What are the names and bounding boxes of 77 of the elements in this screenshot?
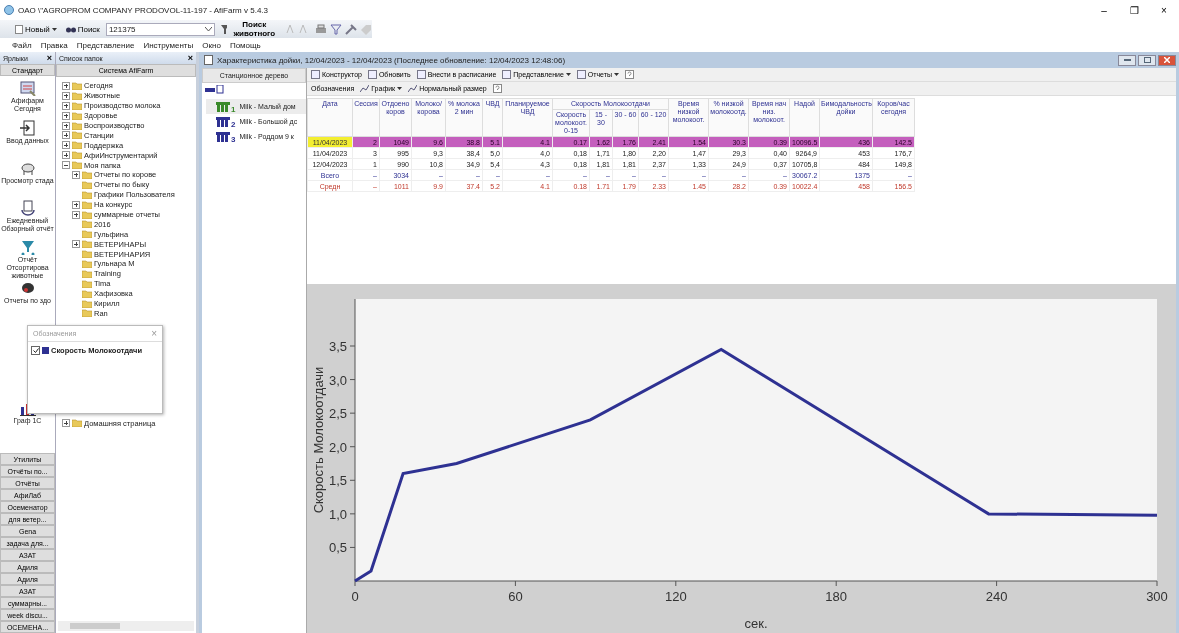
expand-toggle[interactable] [72, 170, 80, 179]
enter-icon[interactable] [19, 120, 36, 136]
window-control-button[interactable]: ❐ [1119, 4, 1149, 16]
y-axis-title: Скорость Молокоотдачи [311, 366, 326, 514]
expand-toggle[interactable] [62, 81, 70, 90]
x-tick-label: 180 [825, 589, 848, 604]
filter-icon [220, 24, 227, 34]
close-icon [1164, 57, 1170, 63]
expand-toggle[interactable] [62, 419, 70, 428]
dropdown-icon [204, 26, 212, 32]
binoculars-icon [65, 25, 76, 33]
caret-icon [51, 27, 57, 31]
x-axis-title: сек. [744, 616, 768, 631]
menu-item[interactable]: Окно [202, 40, 221, 50]
expand-toggle[interactable] [62, 161, 70, 170]
close-button[interactable] [1158, 54, 1176, 66]
help-icon[interactable] [492, 84, 502, 93]
toolbar-icon [311, 70, 320, 79]
window-title: OAO \"AGROPROM COMPANY PRODOVOL-11-197 - AfiFarm v 5.4.3 [18, 5, 268, 15]
search-button[interactable]: Поиск [62, 24, 103, 34]
close-button[interactable]: × [46, 53, 52, 63]
close-button[interactable]: × [187, 53, 193, 63]
y-tick-label: 3,0 [328, 372, 347, 388]
y-tick-label: 2,0 [328, 439, 347, 455]
funnel-icon[interactable] [19, 240, 36, 255]
y-tick-label: 2,5 [328, 406, 347, 422]
y-tick-label: 1,5 [328, 473, 347, 489]
minimize-icon [1123, 58, 1131, 62]
expand-toggle[interactable] [72, 210, 80, 219]
expand-toggle[interactable] [62, 101, 70, 110]
expand-toggle[interactable] [62, 111, 70, 120]
tools-icon[interactable] [345, 23, 357, 35]
x-tick-label: 0 [351, 589, 359, 604]
menu-item[interactable]: Файл [12, 40, 32, 50]
x-tick-label: 240 [985, 589, 1008, 604]
report-window-title: Характеристика дойки, 12/04/2023 - 12/04/2023 (Последнее обновление: 12/04/2023 12:48:06) [217, 55, 566, 65]
expand-toggle[interactable] [72, 200, 80, 209]
menu-item[interactable]: Инструменты [143, 40, 194, 50]
x-tick-label: 120 [664, 589, 687, 604]
animal-search-button[interactable]: Поиск животного [217, 20, 283, 38]
expand-toggle[interactable] [62, 91, 70, 100]
x-tick-label: 300 [1146, 589, 1168, 604]
menu-item[interactable]: Правка [40, 40, 68, 50]
expand-toggle[interactable] [72, 240, 80, 249]
y-tick-label: 1,0 [328, 506, 347, 522]
checkbox[interactable] [31, 346, 40, 355]
expand-toggle[interactable] [62, 131, 70, 140]
y-tick-label: 3,5 [328, 339, 347, 354]
check-icon [32, 348, 39, 353]
folder-icon [72, 419, 82, 428]
window-control-button[interactable]: × [1149, 4, 1179, 16]
toolbar-icon [502, 70, 512, 79]
expand-toggle[interactable] [62, 121, 70, 130]
document-icon [15, 24, 23, 34]
minimize-button[interactable] [1118, 54, 1136, 66]
window-control-button[interactable]: – [1089, 4, 1119, 16]
expand-toggle[interactable] [62, 141, 70, 150]
restore-button[interactable] [1138, 54, 1156, 66]
station-root-icon[interactable] [205, 85, 225, 95]
search-field[interactable]: 121375 [105, 22, 215, 36]
filter-list-icon[interactable] [330, 23, 342, 35]
y-tick-label: 0,5 [328, 540, 347, 556]
help-icon[interactable] [625, 70, 634, 79]
horizontal-scrollbar[interactable] [58, 621, 194, 631]
x-tick-label: 60 [508, 589, 523, 604]
menu-item[interactable]: Представление [76, 40, 135, 50]
toolbar-icon [576, 70, 586, 79]
document-icon [204, 55, 213, 65]
new-button[interactable]: Новый [12, 24, 60, 34]
app-logo-icon [4, 5, 14, 15]
menu-item[interactable]: Помощь [229, 40, 261, 50]
caret-icon [565, 73, 571, 76]
expand-toggle[interactable] [62, 151, 70, 160]
restore-icon [1143, 57, 1151, 63]
printer-icon[interactable] [315, 23, 327, 35]
caret-icon [614, 73, 619, 76]
caret-icon [397, 87, 403, 90]
